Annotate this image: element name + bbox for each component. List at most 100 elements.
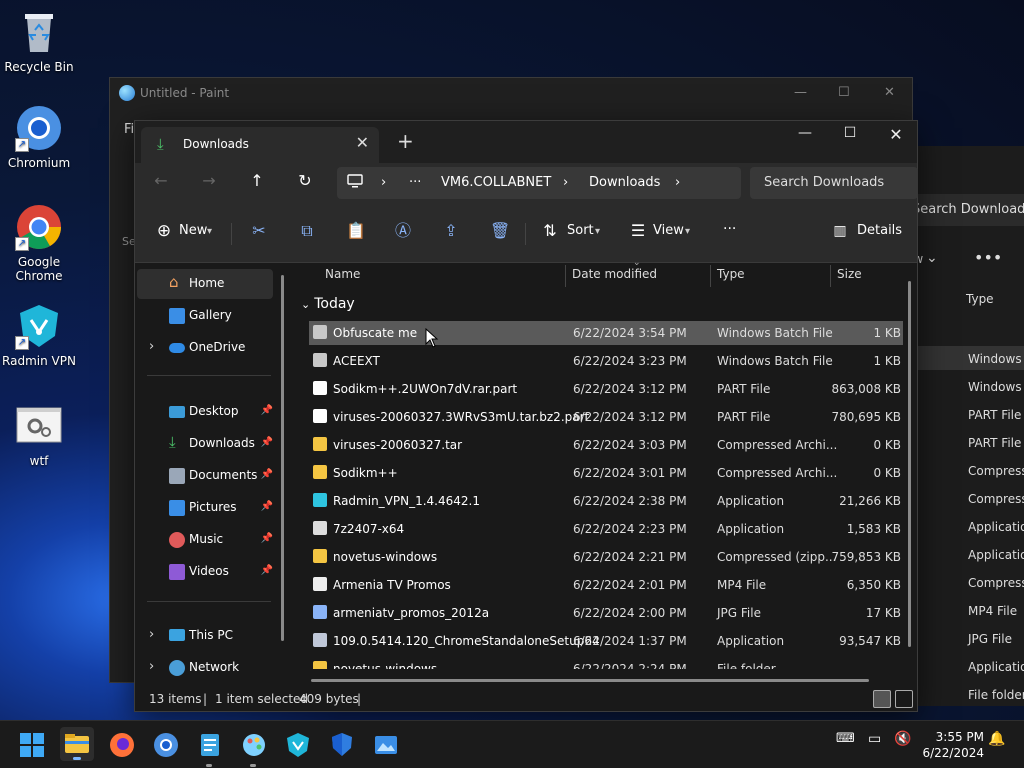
group-header-today[interactable]: ⌄ Today [301, 296, 355, 312]
desktop-icon-recycle-bin[interactable]: Recycle Bin [1, 8, 77, 74]
new-tab-button[interactable]: + [397, 129, 414, 153]
column-separator[interactable] [565, 265, 566, 287]
expand-chevron-icon[interactable]: › [149, 659, 154, 674]
breadcrumb-chevron-icon[interactable]: › [381, 175, 386, 190]
minimize-icon[interactable]: — [794, 78, 807, 108]
breadcrumb-more[interactable]: ··· [409, 175, 421, 190]
nav-item-documents[interactable]: Documents 📌 [137, 461, 273, 491]
file-row[interactable]: Sodikm++ 6/22/2024 3:01 PM Compressed Arch… [309, 461, 903, 485]
nav-item-pictures[interactable]: Pictures 📌 [137, 493, 273, 523]
pin-icon[interactable]: 📌 [261, 501, 273, 512]
speaker-muted-icon[interactable]: 🔇 [894, 731, 911, 747]
sort-icon[interactable]: ⇅ [541, 222, 559, 240]
nav-item-onedrive[interactable]: › OneDrive [137, 333, 273, 363]
column-separator[interactable] [710, 265, 711, 287]
pin-icon[interactable]: 📌 [261, 469, 273, 480]
column-header-date[interactable]: Date modified [572, 267, 657, 281]
display-icon[interactable]: ▭ [868, 731, 881, 747]
tiles-view-icon[interactable] [895, 690, 913, 708]
close-tab-icon[interactable]: ✕ [356, 133, 369, 152]
paste-icon[interactable]: 📋 [346, 222, 366, 240]
close-icon[interactable]: ✕ [884, 78, 895, 108]
minimize-icon[interactable]: — [790, 125, 820, 141]
paint-icon[interactable] [240, 731, 268, 767]
rename-icon[interactable]: Ⓐ [394, 222, 412, 240]
nav-item-music[interactable]: Music 📌 [137, 525, 273, 555]
background-type-header[interactable]: Type [966, 292, 994, 306]
desktop-icon-wtf[interactable]: wtf [1, 402, 77, 468]
column-header-size[interactable]: Size [837, 267, 862, 281]
delete-icon[interactable]: 🗑 [490, 222, 510, 240]
tab-downloads[interactable]: ⤓ Downloads ✕ [141, 127, 379, 163]
new-button[interactable]: New [179, 223, 207, 238]
nav-item-home[interactable]: ⌂ Home [137, 269, 273, 299]
firefox-icon[interactable] [108, 731, 136, 759]
search-input[interactable]: Search Downloads [750, 167, 918, 199]
details-pane-icon[interactable]: ▥ [831, 222, 849, 240]
nav-scrollbar[interactable] [281, 275, 284, 641]
pin-icon[interactable]: 📌 [261, 565, 273, 576]
notepad-icon[interactable] [196, 731, 224, 767]
desktop-icon-google-chrome[interactable]: ↗ Google Chrome [1, 203, 77, 283]
expand-chevron-icon[interactable]: › [149, 627, 154, 642]
maximize-icon[interactable]: ☐ [835, 125, 865, 141]
file-row[interactable]: 109.0.5414.120_ChromeStandaloneSetup64 6/… [309, 629, 903, 653]
file-list-vertical-scrollbar[interactable] [908, 281, 911, 647]
file-row[interactable]: 7z2407-x64 6/22/2024 2:23 PM Application 1,… [309, 517, 903, 541]
nav-item-gallery[interactable]: Gallery [137, 301, 273, 331]
file-list-horizontal-scrollbar[interactable] [311, 679, 869, 682]
file-row[interactable]: armeniatv_promos_2012a 6/22/2024 2:00 PM J… [309, 601, 903, 625]
up-arrow-icon[interactable]: ↑ [245, 171, 269, 190]
share-icon[interactable]: ⇪ [442, 222, 460, 240]
chromium-icon[interactable] [152, 731, 180, 759]
desktop-icon-radmin-vpn[interactable]: ↗ Radmin VPN [1, 302, 77, 368]
paint-file-menu[interactable]: Fi [124, 122, 134, 137]
photos-icon[interactable] [372, 731, 400, 759]
windows-start-icon[interactable] [18, 731, 46, 759]
nav-item-this-pc[interactable]: › This PC [137, 621, 273, 651]
nav-item-desktop[interactable]: Desktop 📌 [137, 397, 273, 427]
file-explorer-window[interactable]: ⤓ Downloads ✕ + — ☐ ✕ ← → ↑ ↻ › ··· VM6.… [134, 120, 918, 712]
back-arrow-icon[interactable]: ← [149, 171, 173, 190]
sort-button[interactable]: Sort [567, 223, 594, 238]
file-row[interactable]: Sodikm++.2UWOn7dV.rar.part 6/22/2024 3:12… [309, 377, 903, 401]
new-plus-icon[interactable]: ⊕ [155, 222, 173, 240]
view-icon[interactable]: ☰ [629, 222, 647, 240]
background-search-box[interactable]: Search Downloads [906, 194, 1024, 226]
pin-icon[interactable]: 📌 [261, 533, 273, 544]
view-button[interactable]: View [653, 223, 684, 238]
breadcrumb-downloads[interactable]: Downloads [589, 175, 660, 190]
address-bar[interactable]: › ··· VM6.COLLABNET › Downloads › [337, 167, 741, 199]
column-header-type[interactable]: Type [717, 267, 745, 281]
file-row[interactable]: ACEEXT 6/22/2024 3:23 PM Windows Batch Fil… [309, 349, 903, 373]
forward-arrow-icon[interactable]: → [197, 171, 221, 190]
column-separator[interactable] [830, 265, 831, 287]
nav-item-videos[interactable]: Videos 📌 [137, 557, 273, 587]
desktop-icon-chromium[interactable]: ↗ Chromium [1, 104, 77, 170]
refresh-icon[interactable]: ↻ [293, 171, 317, 190]
paint-title-bar[interactable]: Untitled - Paint — ☐ ✕ [110, 78, 912, 108]
file-row[interactable]: novetus-windows 6/22/2024 2:21 PM Compress… [309, 545, 903, 569]
column-header-name[interactable]: Name [325, 267, 360, 281]
notification-bell-icon[interactable]: 🔔 [988, 731, 1005, 747]
taskbar-file-explorer[interactable] [60, 727, 94, 761]
maximize-icon[interactable]: ☐ [838, 78, 850, 108]
more-options-button[interactable]: ··· [723, 221, 736, 237]
details-button[interactable]: Details [857, 223, 902, 238]
file-row[interactable]: Armenia TV Promos 6/22/2024 2:01 PM MP4 Fi… [309, 573, 903, 597]
nav-item-downloads[interactable]: ⤓ Downloads 📌 [137, 429, 273, 459]
file-row[interactable]: viruses-20060327.3WRvS3mU.tar.bz2.part 6/… [309, 405, 903, 429]
breadcrumb-chevron-icon[interactable]: › [563, 175, 568, 190]
keyboard-icon[interactable]: ⌨ [836, 731, 855, 746]
more-options-icon[interactable]: ••• [974, 248, 1002, 267]
pin-icon[interactable]: 📌 [261, 437, 273, 448]
security-shield-icon[interactable] [328, 731, 356, 759]
details-view-icon[interactable] [873, 690, 891, 708]
breadcrumb-chevron-icon[interactable]: › [675, 175, 680, 190]
close-window-icon[interactable]: ✕ [881, 125, 911, 144]
radmin-vpn-icon[interactable] [284, 731, 312, 759]
cut-icon[interactable]: ✂ [250, 222, 268, 240]
expand-chevron-icon[interactable]: › [149, 339, 154, 354]
copy-icon[interactable]: ⧉ [298, 222, 316, 240]
nav-item-network[interactable]: › Network [137, 653, 273, 683]
